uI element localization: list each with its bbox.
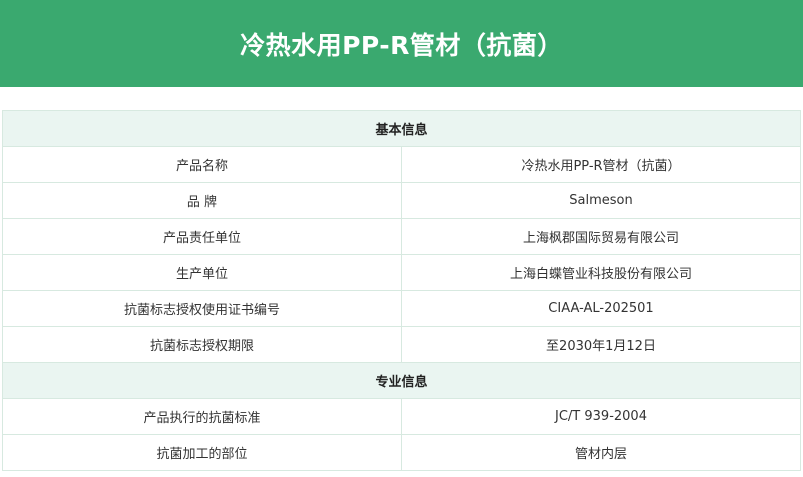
row-value: CIAA-AL-202501 [401, 290, 801, 327]
row-value: JC/T 939-2004 [401, 398, 801, 435]
row-value: 冷热水用PP-R管材（抗菌） [401, 146, 801, 183]
row-label: 产品责任单位 [2, 218, 402, 255]
table-row-treated-part: 抗菌加工的部位 管材内层 [2, 434, 801, 471]
row-label: 产品执行的抗菌标准 [2, 398, 402, 435]
row-label: 抗菌加工的部位 [2, 434, 402, 471]
row-label: 产品名称 [2, 146, 402, 183]
row-value: 上海白蝶管业科技股份有限公司 [401, 254, 801, 291]
product-info-table: 基本信息 产品名称 冷热水用PP-R管材（抗菌） 品 牌 Salmeson 产品… [2, 110, 801, 471]
section-header-professional-info: 专业信息 [2, 362, 801, 399]
table-row-brand: 品 牌 Salmeson [2, 182, 801, 219]
row-value: 至2030年1月12日 [401, 326, 801, 363]
table-row-antibacterial-standard: 产品执行的抗菌标准 JC/T 939-2004 [2, 398, 801, 435]
row-value: Salmeson [401, 182, 801, 219]
page-title: 冷热水用PP-R管材（抗菌） [240, 30, 563, 60]
page-header: 冷热水用PP-R管材（抗菌） [0, 0, 803, 87]
section-header-basic-info: 基本信息 [2, 110, 801, 147]
section-title: 基本信息 [2, 110, 801, 147]
table-row-manufacturer: 生产单位 上海白蝶管业科技股份有限公司 [2, 254, 801, 291]
table-row-certificate-number: 抗菌标志授权使用证书编号 CIAA-AL-202501 [2, 290, 801, 327]
row-value: 上海枫郡国际贸易有限公司 [401, 218, 801, 255]
table-row-product-name: 产品名称 冷热水用PP-R管材（抗菌） [2, 146, 801, 183]
row-label: 品 牌 [2, 182, 402, 219]
row-label: 生产单位 [2, 254, 402, 291]
row-label: 抗菌标志授权期限 [2, 326, 402, 363]
section-title: 专业信息 [2, 362, 801, 399]
row-value: 管材内层 [401, 434, 801, 471]
row-label: 抗菌标志授权使用证书编号 [2, 290, 402, 327]
table-row-responsible-unit: 产品责任单位 上海枫郡国际贸易有限公司 [2, 218, 801, 255]
table-row-authorization-period: 抗菌标志授权期限 至2030年1月12日 [2, 326, 801, 363]
